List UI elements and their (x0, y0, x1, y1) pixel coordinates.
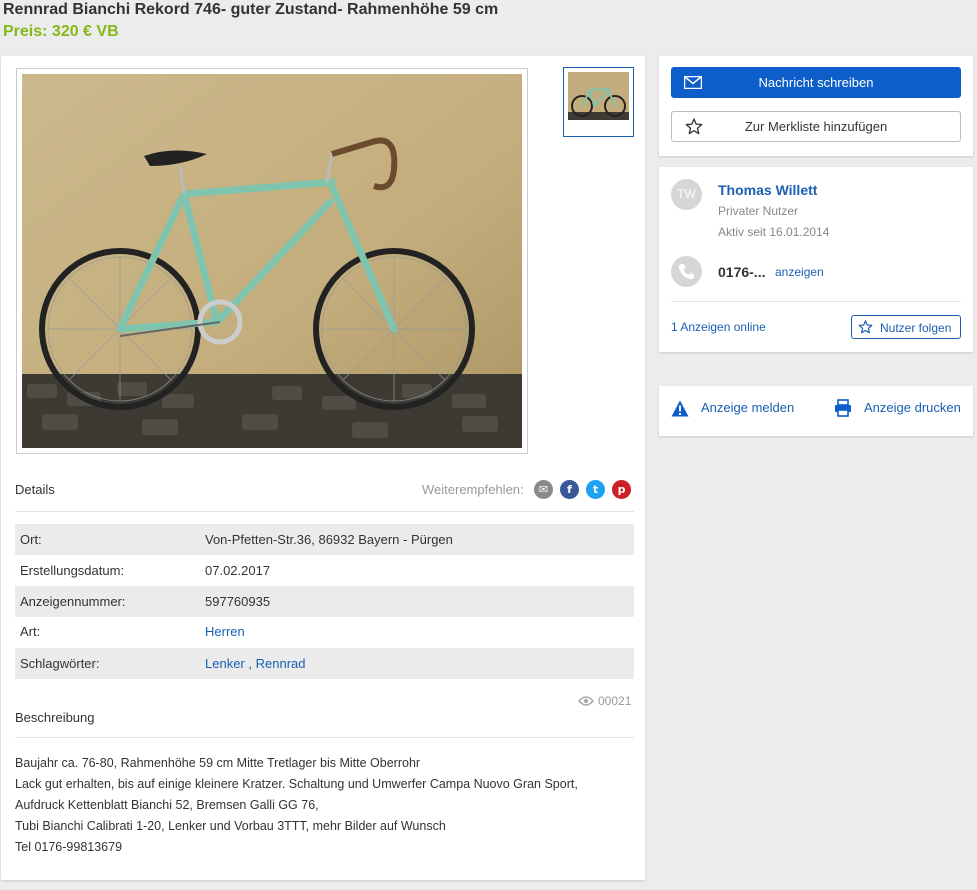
divider (15, 737, 634, 738)
send-message-button[interactable]: Nachricht schreiben (671, 67, 961, 98)
pinterest-icon[interactable]: p (612, 480, 631, 499)
phone-icon (671, 256, 702, 287)
detail-row-tags: Schlagwörter: Lenker , Rennrad (15, 648, 634, 679)
twitter-icon[interactable]: t (586, 480, 605, 499)
detail-value: Von-Pfetten-Str.36, 86932 Bayern - Pürge… (205, 532, 453, 547)
printer-icon[interactable] (834, 399, 852, 417)
ads-online-link[interactable]: 1 Anzeigen online (671, 320, 766, 334)
detail-label: Anzeigennummer: (20, 594, 126, 609)
type-link[interactable]: Herren (205, 624, 245, 639)
divider (15, 511, 634, 512)
show-phone-link[interactable]: anzeigen (775, 265, 824, 279)
print-ad-link[interactable]: Anzeige drucken (864, 400, 961, 415)
tag-link-rennrad[interactable]: Rennrad (256, 656, 306, 671)
tags-list: Lenker , Rennrad (205, 656, 306, 671)
bike-photo-image (22, 74, 522, 448)
email-icon[interactable]: ✉ (534, 480, 553, 499)
description-text: Baujahr ca. 76-80, Rahmenhöhe 59 cm Mitt… (15, 753, 578, 858)
detail-label: Erstellungsdatum: (20, 563, 125, 578)
description-line: Tel 0176-99813679 (15, 840, 123, 854)
detail-value: 597760935 (205, 594, 271, 609)
star-icon (858, 320, 873, 334)
bike-thumbnail-image (568, 72, 629, 120)
ad-tools-card: Anzeige melden Anzeige drucken (659, 386, 973, 436)
description-line: Baujahr ca. 76-80, Rahmenhöhe 59 cm Mitt… (15, 756, 421, 770)
watchlist-label: Zur Merkliste hinzufügen (744, 119, 888, 134)
contact-actions-card: Nachricht schreiben Zur Merkliste hinzuf… (659, 56, 973, 156)
detail-label: Art: (20, 624, 41, 639)
description-line: Tubi Bianchi Calibrati 1-20, Lenker und … (15, 819, 446, 833)
listing-title: Rennrad Bianchi Rekord 746- guter Zustan… (3, 1, 499, 18)
view-counter: 00021 (598, 694, 632, 708)
seller-type: Privater Nutzer (718, 204, 799, 218)
detail-label: Schlagwörter: (20, 656, 100, 671)
main-photo[interactable] (16, 68, 528, 454)
report-ad-link[interactable]: Anzeige melden (701, 400, 794, 415)
description-line: Lack gut erhalten, bis auf einige kleine… (15, 777, 578, 791)
tag-separator: , (248, 656, 252, 671)
listing-main-card: Details Weiterempfehlen: ✉ f t p Ort: Vo… (1, 56, 645, 880)
warning-icon[interactable] (671, 400, 689, 417)
seller-active-since: Aktiv seit 16.01.2014 (718, 225, 830, 239)
eye-icon (578, 696, 594, 706)
avatar: TW (671, 179, 702, 210)
detail-row-date: Erstellungsdatum: 07.02.2017 (15, 555, 634, 586)
facebook-icon[interactable]: f (560, 480, 579, 499)
follow-user-button[interactable]: Nutzer folgen (851, 315, 961, 339)
tag-link-lenker[interactable]: Lenker (205, 656, 245, 671)
add-to-watchlist-button[interactable]: Zur Merkliste hinzufügen (671, 111, 961, 142)
detail-row-type: Art: Herren (15, 617, 634, 648)
seller-name-link[interactable]: Thomas Willett (718, 182, 817, 198)
description-heading: Beschreibung (15, 710, 95, 725)
seller-card: TW Thomas Willett Privater Nutzer Aktiv … (659, 167, 973, 352)
detail-row-location: Ort: Von-Pfetten-Str.36, 86932 Bayern - … (15, 524, 634, 555)
detail-row-ad-number: Anzeigennummer: 597760935 (15, 586, 634, 617)
share-label: Weiterempfehlen: (422, 482, 524, 497)
detail-label: Ort: (20, 532, 42, 547)
listing-price: Preis: 320 € VB (3, 23, 119, 40)
divider (671, 301, 961, 302)
description-line: Aufdruck Kettenblatt Bianchi 52, Bremsen… (15, 798, 319, 812)
send-message-label: Nachricht schreiben (758, 75, 874, 90)
detail-value: 07.02.2017 (205, 563, 271, 578)
thumbnail-1[interactable] (563, 67, 634, 137)
details-heading: Details (15, 482, 55, 497)
follow-user-label: Nutzer folgen (880, 321, 952, 335)
phone-number-masked: 0176-... (718, 264, 766, 280)
